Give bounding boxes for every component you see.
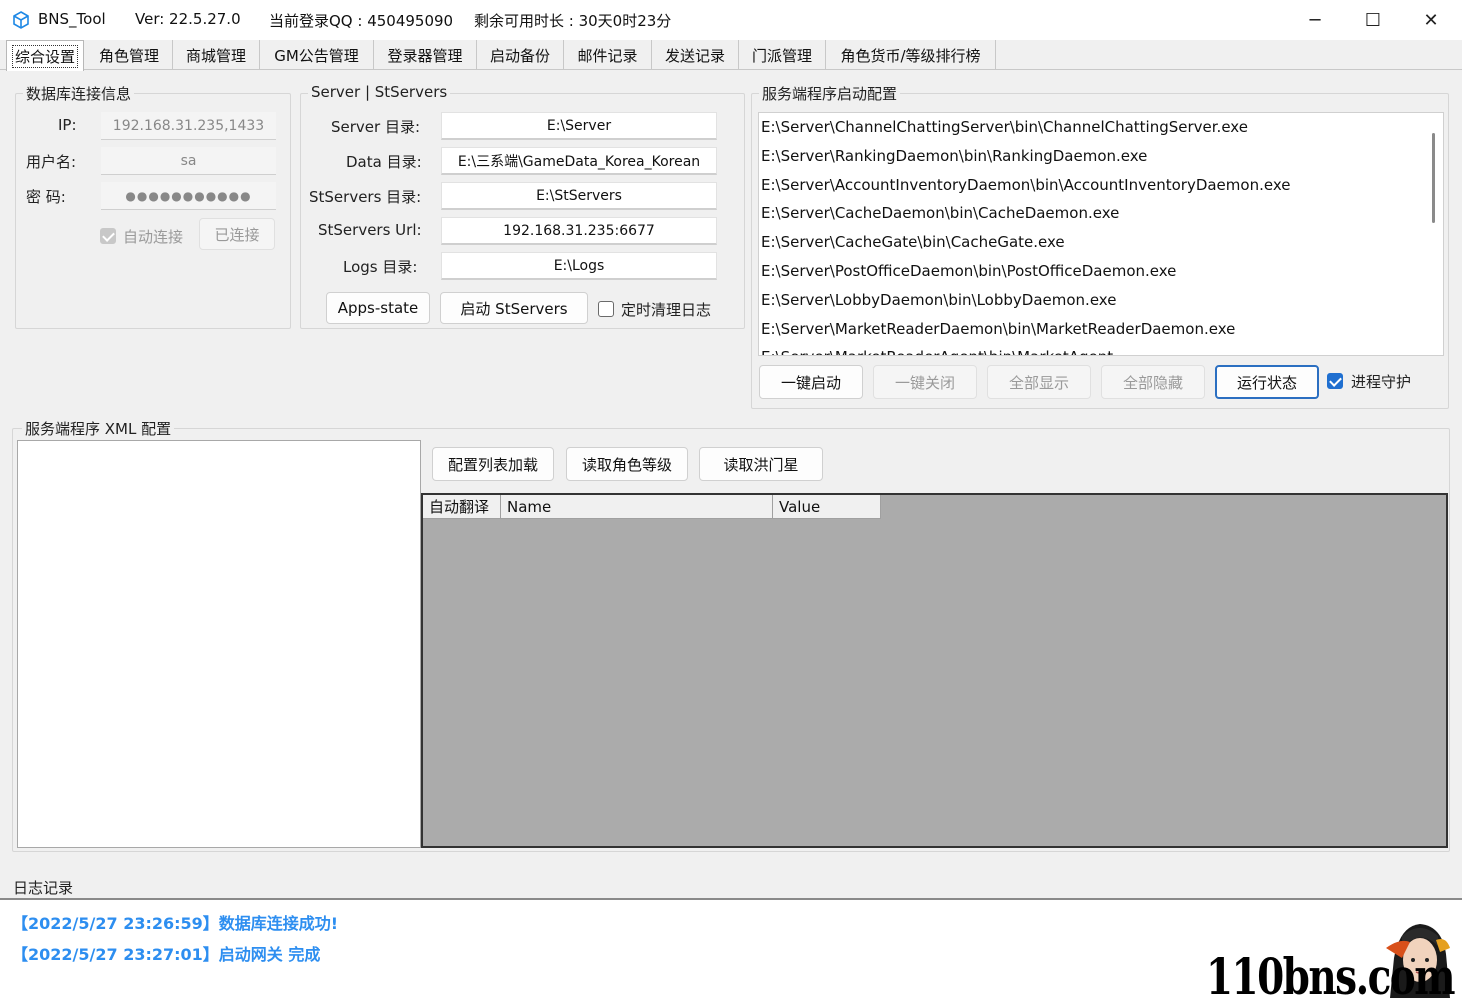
xml-group-title: 服务端程序 XML 配置 [22, 418, 175, 439]
data-dir-label: Data 目录: [346, 153, 422, 171]
data-dir-field[interactable]: E:\三系端\GameData_Korea_Korean [441, 147, 717, 175]
stservers-url-field[interactable]: 192.168.31.235:6677 [441, 217, 717, 245]
stservers-dir-field[interactable]: E:\StServers [441, 182, 717, 210]
list-item[interactable]: E:\Server\LobbyDaemon\bin\LobbyDaemon.ex… [759, 286, 1443, 315]
run-status-button[interactable]: 运行状态 [1215, 365, 1319, 399]
column-header-auto-translate[interactable]: 自动翻译 [423, 495, 501, 519]
password-field[interactable]: ●●●●●●●●●●● [101, 182, 276, 210]
username-field[interactable]: sa [101, 147, 276, 175]
column-header-name[interactable]: Name [501, 495, 773, 519]
apps-state-button[interactable]: Apps-state [326, 292, 430, 324]
stservers-url-label: StServers Url: [318, 221, 422, 239]
title-bar: BNS_Tool Ver: 22.5.27.0 当前登录QQ : 4504950… [0, 0, 1462, 40]
db-group-title: 数据库连接信息 [23, 83, 135, 104]
xml-tree-view[interactable] [17, 440, 421, 848]
list-item[interactable]: E:\Server\MarketReaderDaemon\bin\MarketR… [759, 315, 1443, 344]
tab-launcher-management[interactable]: 登录器管理 [374, 40, 477, 70]
clean-log-checkbox[interactable] [598, 301, 614, 317]
start-stservers-button[interactable]: 启动 StServers [440, 292, 588, 324]
tab-bar: 综合设置 角色管理 商城管理 GM公告管理 登录器管理 启动备份 邮件记录 发送… [0, 40, 1462, 71]
tab-general-settings[interactable]: 综合设置 [6, 40, 84, 71]
tab-shop-management[interactable]: 商城管理 [173, 40, 260, 70]
connected-button[interactable]: 已连接 [199, 218, 275, 250]
logs-dir-label: Logs 目录: [343, 258, 418, 276]
list-item[interactable]: E:\Server\CacheDaemon\bin\CacheDaemon.ex… [759, 199, 1443, 228]
tab-send-records[interactable]: 发送记录 [652, 40, 739, 70]
version-label: Ver: 22.5.27.0 [135, 10, 241, 28]
minimize-button[interactable]: ─ [1286, 0, 1344, 40]
tab-gm-notice[interactable]: GM公告管理 [260, 40, 374, 70]
tab-character-management[interactable]: 角色管理 [86, 40, 173, 70]
log-title: 日志记录 [13, 877, 74, 898]
stservers-dir-label: StServers 目录: [309, 188, 422, 206]
app-cube-icon [13, 11, 29, 29]
username-label: 用户名: [26, 153, 77, 171]
login-qq-label: 当前登录QQ : 450495090 [269, 12, 454, 30]
read-hongmen-star-button[interactable]: 读取洪门星 [699, 447, 823, 481]
logs-dir-field[interactable]: E:\Logs [441, 252, 717, 280]
auto-connect-label: 自动连接 [123, 228, 184, 246]
server-dir-field[interactable]: E:\Server [441, 112, 717, 140]
watermark-text: 110bns.com [1205, 947, 1456, 1004]
list-item[interactable]: E:\Server\RankingDaemon\bin\RankingDaemo… [759, 142, 1443, 171]
xml-data-grid[interactable]: 自动翻译 Name Value [421, 493, 1448, 848]
tab-mail-records[interactable]: 邮件记录 [564, 40, 652, 70]
password-label: 密 码: [26, 188, 66, 206]
tab-clan-management[interactable]: 门派管理 [739, 40, 826, 70]
list-item[interactable]: E:\Server\ChannelChattingServer\bin\Chan… [759, 113, 1443, 142]
launch-group-title: 服务端程序启动配置 [759, 83, 901, 104]
hide-all-button[interactable]: 全部隐藏 [1101, 365, 1205, 399]
log-line: 【2022/5/27 23:26:59】数据库连接成功! [12, 914, 339, 933]
list-item[interactable]: E:\Server\AccountInventoryDaemon\bin\Acc… [759, 171, 1443, 200]
maximize-button[interactable]: ☐ [1344, 0, 1402, 40]
server-group-title: Server | StServers [308, 83, 451, 101]
auto-connect-checkbox[interactable] [100, 228, 116, 244]
ip-label: IP: [58, 116, 77, 134]
server-program-list[interactable]: E:\Server\ChannelChattingServer\bin\Chan… [758, 112, 1444, 356]
load-config-list-button[interactable]: 配置列表加载 [432, 447, 554, 481]
remaining-time-label: 剩余可用时长 : 30天0时23分 [474, 12, 672, 30]
app-title: BNS_Tool [38, 10, 106, 28]
process-guard-label: 进程守护 [1351, 373, 1412, 391]
show-all-button[interactable]: 全部显示 [987, 365, 1091, 399]
list-item[interactable]: E:\Server\MarketReaderAgent\bin\MarketAg… [759, 343, 1443, 355]
ip-field[interactable]: 192.168.31.235,1433 [101, 112, 276, 140]
tab-startup-backup[interactable]: 启动备份 [477, 40, 564, 70]
tab-currency-ranking[interactable]: 角色货币/等级排行榜 [826, 40, 996, 70]
server-dir-label: Server 目录: [331, 118, 421, 136]
list-scrollbar[interactable] [1432, 133, 1435, 223]
clean-log-label: 定时清理日志 [621, 301, 712, 319]
start-all-button[interactable]: 一键启动 [759, 365, 863, 399]
column-header-value[interactable]: Value [773, 495, 881, 519]
list-item[interactable]: E:\Server\PostOfficeDaemon\bin\PostOffic… [759, 257, 1443, 286]
stop-all-button[interactable]: 一键关闭 [873, 365, 977, 399]
read-character-level-button[interactable]: 读取角色等级 [566, 447, 688, 481]
process-guard-checkbox[interactable] [1327, 373, 1343, 389]
close-button[interactable]: ✕ [1402, 0, 1460, 40]
log-line: 【2022/5/27 23:27:01】启动网关 完成 [12, 945, 321, 964]
list-item[interactable]: E:\Server\CacheGate\bin\CacheGate.exe [759, 228, 1443, 257]
grid-header: 自动翻译 Name Value [423, 495, 881, 519]
